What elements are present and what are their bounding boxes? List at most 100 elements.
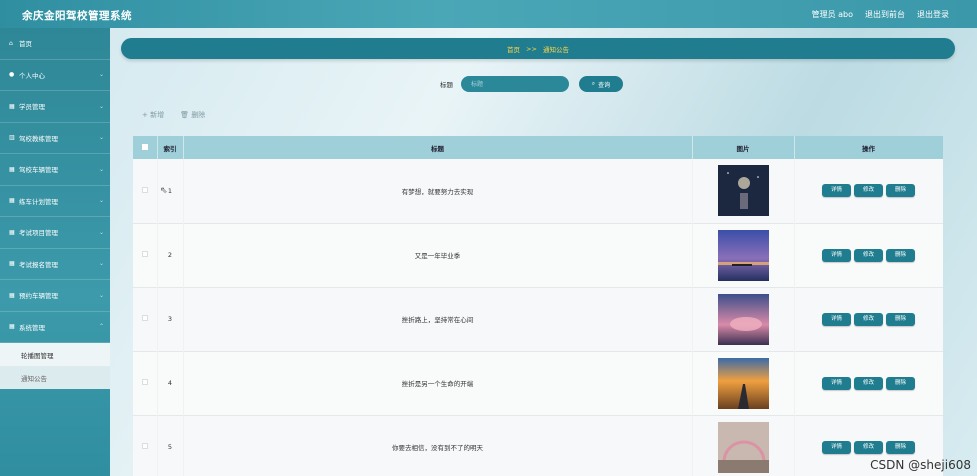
detail-button[interactable]: 详情 [822,376,851,390]
detail-button[interactable]: 详情 [822,184,851,198]
sidebar-item-label: 驾校教练管理 [19,134,58,143]
row-title: 又是一年毕业季 [183,223,693,287]
logout-link[interactable]: 退出登录 [917,9,949,20]
table-header-row: 索引 标题 图片 操作 [133,136,943,159]
sidebar-subitem-carousel[interactable]: 轮播图管理 [0,343,110,366]
table-row: 3 挫折路上，坚持常在心间 详情 修改 删除 [133,287,943,351]
grid-icon: ▦ [9,102,15,110]
delete-button[interactable]: 删除 [886,312,915,326]
row-title: 挫折路上，坚持常在心间 [183,287,693,351]
sidebar-item-practice-plans[interactable]: ▦ 练车计划管理 ⌄ [0,186,110,217]
breadcrumb: 首页 >> 通知公告 [121,38,955,59]
admin-user-link[interactable]: 管理员 abo [812,9,853,20]
delete-button[interactable]: 删除 [886,376,915,390]
search-button-label: 查询 [598,81,611,89]
select-all-checkbox[interactable] [133,136,158,159]
chevron-down-icon: ⌄ [98,102,104,110]
row-checkbox[interactable] [133,415,158,476]
batch-delete-button[interactable]: 🗑 删除 [180,110,205,120]
app-title: 余庆金阳驾校管理系统 [22,10,132,22]
column-header-actions: 操作 [794,136,943,159]
home-icon: ⌂ [9,39,13,47]
table-row: 2 又是一年毕业季 详情 修改 删除 [133,223,943,287]
edit-button[interactable]: 修改 [854,440,883,454]
thumbnail-night-person-image [717,165,769,217]
row-title: 挫折是另一个生命的开端 [183,351,693,415]
delete-button[interactable]: 删除 [886,440,915,454]
column-header-image: 图片 [692,136,795,159]
detail-button[interactable]: 详情 [822,312,851,326]
row-checkbox[interactable] [133,287,158,351]
edit-button[interactable]: 修改 [854,184,883,198]
chevron-down-icon: ⌄ [98,260,104,268]
row-checkbox[interactable] [133,223,158,287]
breadcrumb-home[interactable]: 首页 [507,44,520,54]
grid-icon: ▦ [9,197,15,205]
sidebar-item-system[interactable]: ▦ 系统管理 ⌃ [0,312,110,343]
sidebar-item-vehicles[interactable]: ▦ 驾校车辆管理 ⌄ [0,154,110,186]
breadcrumb-separator: >> [526,44,537,53]
chevron-down-icon: ⌄ [98,228,104,236]
row-index: 3 [157,287,184,351]
breadcrumb-current: 通知公告 [542,45,569,54]
detail-button[interactable]: 详情 [822,440,851,454]
sidebar-item-label: 首页 [19,40,32,49]
column-header-title: 标题 [183,136,693,159]
sidebar-item-label: 预约车辆管理 [19,292,58,301]
search-button[interactable]: ⌕ 查询 [579,76,623,92]
column-header-index: 索引 [157,136,184,159]
batch-delete-label: 删除 [191,111,206,119]
sidebar-item-home[interactable]: ⌂ 首页 [0,28,110,60]
row-title: 有梦想，就要努力去实现 [183,159,693,223]
detail-button[interactable]: 详情 [822,248,851,262]
thumbnail-sunset-road-image [717,357,769,409]
delete-button[interactable]: 删除 [886,184,915,198]
sidebar-item-coaches[interactable]: ▥ 驾校教练管理 ⌄ [0,123,110,154]
table-row: 5 你要去相信，没有到不了的明天 详情 修改 删除 [133,415,943,476]
thumbnail-pink-clouds-image [717,293,769,345]
search-icon: ⌕ [591,80,596,87]
row-checkbox[interactable] [133,159,158,223]
search-input[interactable] [461,76,569,92]
grid-icon: ▦ [9,228,15,236]
top-bar: 余庆金阳驾校管理系统 管理员 abo 退出到前台 退出登录 [0,0,977,28]
edit-button[interactable]: 修改 [854,312,883,326]
sidebar-item-label: 系统管理 [19,323,45,332]
sidebar-item-label: 个人中心 [19,71,45,80]
sidebar-item-exam-projects[interactable]: ▦ 考试项目管理 ⌄ [0,217,110,249]
grid-icon: ▦ [9,323,15,331]
chevron-down-icon: ⌄ [98,197,104,205]
add-button[interactable]: + 新增 [142,110,164,120]
thumbnail-rainbow-city-image [717,421,769,473]
row-index: 4 [157,351,184,415]
sidebar-item-label: 驾校车辆管理 [19,166,58,175]
sidebar-item-label: 练车计划管理 [19,197,58,206]
chevron-down-icon: ⌄ [98,165,104,173]
top-links: 管理员 abo 退出到前台 退出登录 [812,9,949,20]
grid-icon: ▦ [9,260,15,268]
row-checkbox[interactable] [133,351,158,415]
sidebar-item-label: 学员管理 [19,103,45,112]
sidebar-item-label: 考试项目管理 [19,229,58,238]
delete-button[interactable]: 删除 [886,248,915,262]
row-title: 你要去相信，没有到不了的明天 [183,415,693,476]
back-to-frontend-link[interactable]: 退出到前台 [865,9,905,20]
sidebar-item-students[interactable]: ▦ 学员管理 ⌄ [0,91,110,123]
grid-icon: ▦ [9,291,15,299]
person-icon: ● [9,71,15,79]
sidebar-item-profile[interactable]: ● 个人中心 ⌄ [0,60,110,91]
search-row: 标题 ⌕ 查询 [440,76,623,92]
edit-button[interactable]: 修改 [854,248,883,262]
mouse-cursor-icon: ⇖ [160,186,168,196]
chevron-up-icon: ⌃ [98,323,104,331]
chevron-down-icon: ⌄ [98,71,104,79]
watermark: CSDN @sheji608 [870,458,971,472]
chevron-down-icon: ⌄ [98,134,104,142]
row-index: 2 [157,223,184,287]
edit-button[interactable]: 修改 [854,376,883,390]
sidebar-subitem-notices[interactable]: 通知公告 [0,366,110,389]
sidebar-item-vehicle-booking[interactable]: ▦ 预约车辆管理 ⌄ [0,280,110,312]
row-index: 5 [157,415,184,476]
sidebar-item-exam-registration[interactable]: ▦ 考试报名管理 ⌄ [0,249,110,280]
sidebar: ⌂ 首页 ● 个人中心 ⌄ ▦ 学员管理 ⌄ ▥ 驾校教练管理 ⌄ ▦ 驾校车辆… [0,28,110,476]
